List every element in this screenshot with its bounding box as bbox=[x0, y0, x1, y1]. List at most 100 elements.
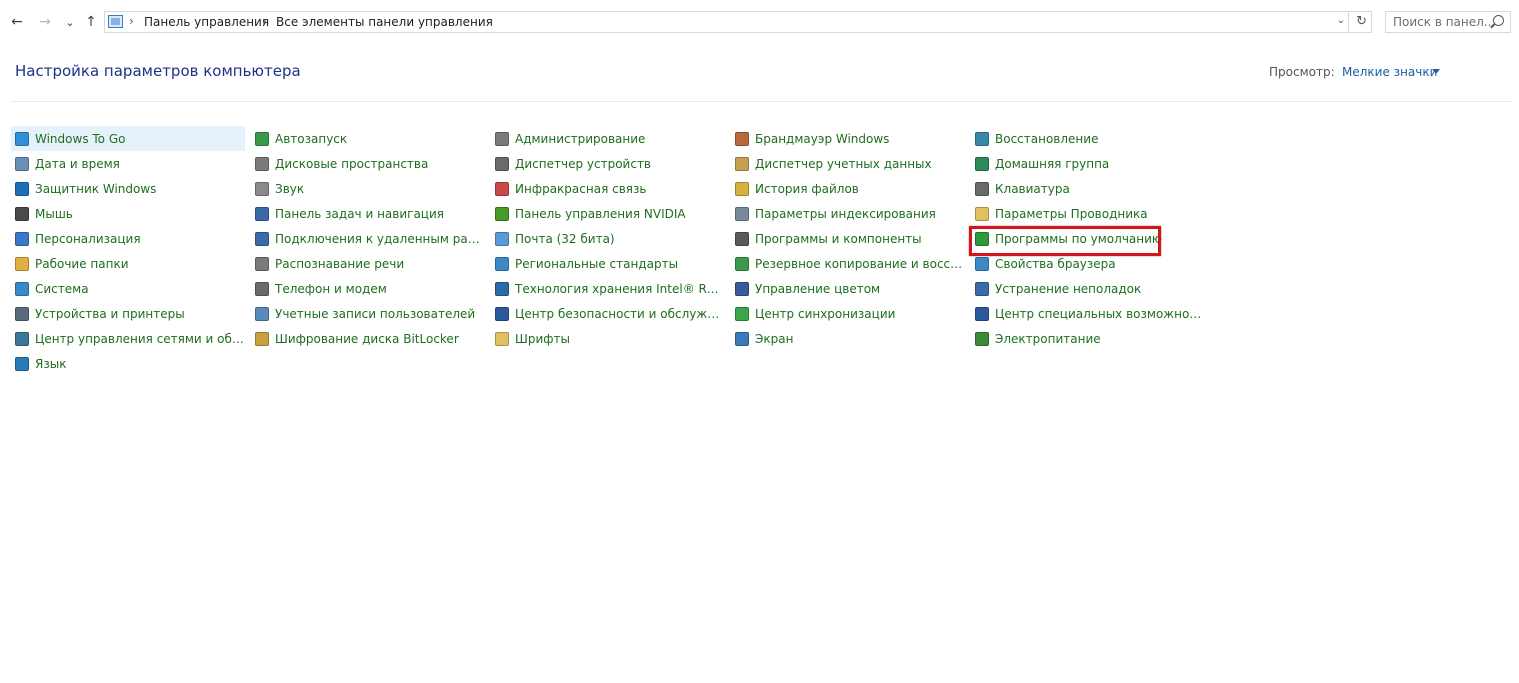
control-panel-item[interactable]: Подключения к удаленным рабоч... bbox=[251, 226, 485, 251]
fonts-icon bbox=[495, 331, 509, 346]
control-panel-item[interactable]: История файлов bbox=[731, 176, 965, 201]
view-by-arrow-icon[interactable] bbox=[1432, 69, 1440, 74]
control-panel-item[interactable]: Центр специальных возможностей bbox=[971, 301, 1205, 326]
control-panel-item[interactable]: Диспетчер устройств bbox=[491, 151, 725, 176]
search-box[interactable] bbox=[1385, 11, 1511, 33]
item-label: Электропитание bbox=[995, 331, 1101, 346]
system-icon bbox=[15, 281, 29, 296]
control-panel-item[interactable]: Панель управления NVIDIA bbox=[491, 201, 725, 226]
item-label: Программы и компоненты bbox=[755, 231, 922, 246]
control-panel-item[interactable]: Почта (32 бита) bbox=[491, 226, 725, 251]
header-divider bbox=[10, 101, 1512, 102]
forward-arrow-icon[interactable]: → bbox=[35, 12, 55, 32]
breadcrumb-all-items[interactable]: Все элементы панели управления bbox=[276, 15, 493, 29]
control-panel-item[interactable]: Восстановление bbox=[971, 126, 1205, 151]
control-panel-item[interactable]: Центр управления сетями и общи... bbox=[11, 326, 245, 351]
flag-icon bbox=[495, 306, 509, 321]
control-panel-item[interactable]: Мышь bbox=[11, 201, 245, 226]
control-panel-item[interactable]: Технология хранения Intel® Rapid bbox=[491, 276, 725, 301]
search-input[interactable] bbox=[1386, 12, 1493, 32]
control-panel-item[interactable]: Распознавание речи bbox=[251, 251, 485, 276]
breadcrumb-separator[interactable]: › bbox=[129, 14, 134, 28]
item-label: Домашняя группа bbox=[995, 156, 1110, 171]
control-panel-item[interactable]: Дата и время bbox=[11, 151, 245, 176]
control-panel-item[interactable]: Параметры Проводника bbox=[971, 201, 1205, 226]
control-panel-item[interactable]: Управление цветом bbox=[731, 276, 965, 301]
control-panel-item[interactable]: Программы и компоненты bbox=[731, 226, 965, 251]
control-panel-item[interactable]: Центр синхронизации bbox=[731, 301, 965, 326]
intel-storage-icon bbox=[495, 281, 509, 296]
view-by-dropdown[interactable]: Мелкие значки bbox=[1342, 65, 1437, 79]
control-panel-item[interactable]: Клавиатура bbox=[971, 176, 1205, 201]
control-panel-item[interactable]: Администрирование bbox=[491, 126, 725, 151]
item-label: Устранение неполадок bbox=[995, 281, 1142, 296]
control-panel-item[interactable]: Диспетчер учетных данных bbox=[731, 151, 965, 176]
control-panel-item[interactable]: Шифрование диска BitLocker bbox=[251, 326, 485, 351]
control-panel-item[interactable]: Электропитание bbox=[971, 326, 1205, 351]
infrared-icon bbox=[495, 181, 509, 196]
mail-icon bbox=[495, 231, 509, 246]
item-label: Автозапуск bbox=[275, 131, 348, 146]
address-bar[interactable]: › Панель управления › Все элементы панел… bbox=[104, 11, 1372, 33]
item-label: Брандмауэр Windows bbox=[755, 131, 890, 146]
search-icon[interactable] bbox=[1493, 15, 1504, 26]
control-panel-item[interactable]: Система bbox=[11, 276, 245, 301]
up-arrow-icon[interactable]: ↑ bbox=[81, 12, 101, 32]
item-label: Устройства и принтеры bbox=[35, 306, 185, 321]
user-accounts-icon bbox=[255, 306, 269, 321]
control-panel-item[interactable]: Персонализация bbox=[11, 226, 245, 251]
control-panel-item[interactable]: Панель задач и навигация bbox=[251, 201, 485, 226]
control-panel-item[interactable]: Резервное копирование и восстан... bbox=[731, 251, 965, 276]
refresh-icon[interactable]: ↻ bbox=[1356, 14, 1367, 29]
control-panel-item[interactable]: Звук bbox=[251, 176, 485, 201]
item-label: Администрирование bbox=[515, 131, 646, 146]
control-panel-item[interactable]: Устройства и принтеры bbox=[11, 301, 245, 326]
control-panel-item[interactable]: Инфракрасная связь bbox=[491, 176, 725, 201]
control-panel-item[interactable]: Дисковые пространства bbox=[251, 151, 485, 176]
display-icon bbox=[735, 331, 749, 346]
item-label: Центр синхронизации bbox=[755, 306, 896, 321]
item-label: Защитник Windows bbox=[35, 181, 157, 196]
control-panel-item[interactable]: Устранение неполадок bbox=[971, 276, 1205, 301]
control-panel-item[interactable]: Шрифты bbox=[491, 326, 725, 351]
item-label: История файлов bbox=[755, 181, 859, 196]
breadcrumb-control-panel[interactable]: Панель управления bbox=[144, 15, 269, 29]
item-label: Дата и время bbox=[35, 156, 120, 171]
control-panel-item[interactable]: Windows To Go bbox=[11, 126, 245, 151]
control-panel-item[interactable]: Параметры индексирования bbox=[731, 201, 965, 226]
item-label: Мышь bbox=[35, 206, 73, 221]
item-label: Клавиатура bbox=[995, 181, 1070, 196]
control-panel-item[interactable]: Телефон и модем bbox=[251, 276, 485, 301]
item-label: Рабочие папки bbox=[35, 256, 129, 271]
back-arrow-icon[interactable]: ← bbox=[7, 12, 27, 32]
recent-locations-chevron-icon[interactable]: ⌄ bbox=[60, 12, 80, 32]
control-panel-item[interactable]: Рабочие папки bbox=[11, 251, 245, 276]
control-panel-item[interactable]: Региональные стандарты bbox=[491, 251, 725, 276]
item-label: Шрифты bbox=[515, 331, 570, 346]
breadcrumb-separator[interactable]: › bbox=[262, 14, 267, 28]
items-column-3: Администрирование Диспетчер устройств Инфр… bbox=[491, 126, 725, 351]
control-panel-item[interactable]: Учетные записи пользователей bbox=[251, 301, 485, 326]
item-label: Технология хранения Intel® Rapid bbox=[515, 281, 725, 296]
printer-icon bbox=[15, 306, 29, 321]
address-dropdown-icon[interactable]: ⌄ bbox=[1337, 15, 1345, 26]
control-panel-item[interactable]: Экран bbox=[731, 326, 965, 351]
page-title: Настройка параметров компьютера bbox=[15, 62, 301, 80]
autoplay-icon bbox=[255, 131, 269, 146]
ease-of-access-icon bbox=[975, 306, 989, 321]
control-panel-item[interactable]: Брандмауэр Windows bbox=[731, 126, 965, 151]
control-panel-item[interactable]: Язык bbox=[11, 351, 245, 376]
power-options-icon bbox=[975, 331, 989, 346]
control-panel-item[interactable]: Защитник Windows bbox=[11, 176, 245, 201]
troubleshooting-icon bbox=[975, 281, 989, 296]
control-panel-item[interactable]: Домашняя группа bbox=[971, 151, 1205, 176]
item-label: Управление цветом bbox=[755, 281, 881, 296]
item-label: Параметры индексирования bbox=[755, 206, 936, 221]
taskbar-icon bbox=[255, 206, 269, 221]
control-panel-item[interactable]: Центр безопасности и обслуживан... bbox=[491, 301, 725, 326]
control-panel-item[interactable]: Автозапуск bbox=[251, 126, 485, 151]
item-label: Распознавание речи bbox=[275, 256, 405, 271]
item-label: Диспетчер учетных данных bbox=[755, 156, 932, 171]
mouse-icon bbox=[15, 206, 29, 221]
item-label: Windows To Go bbox=[35, 131, 126, 146]
